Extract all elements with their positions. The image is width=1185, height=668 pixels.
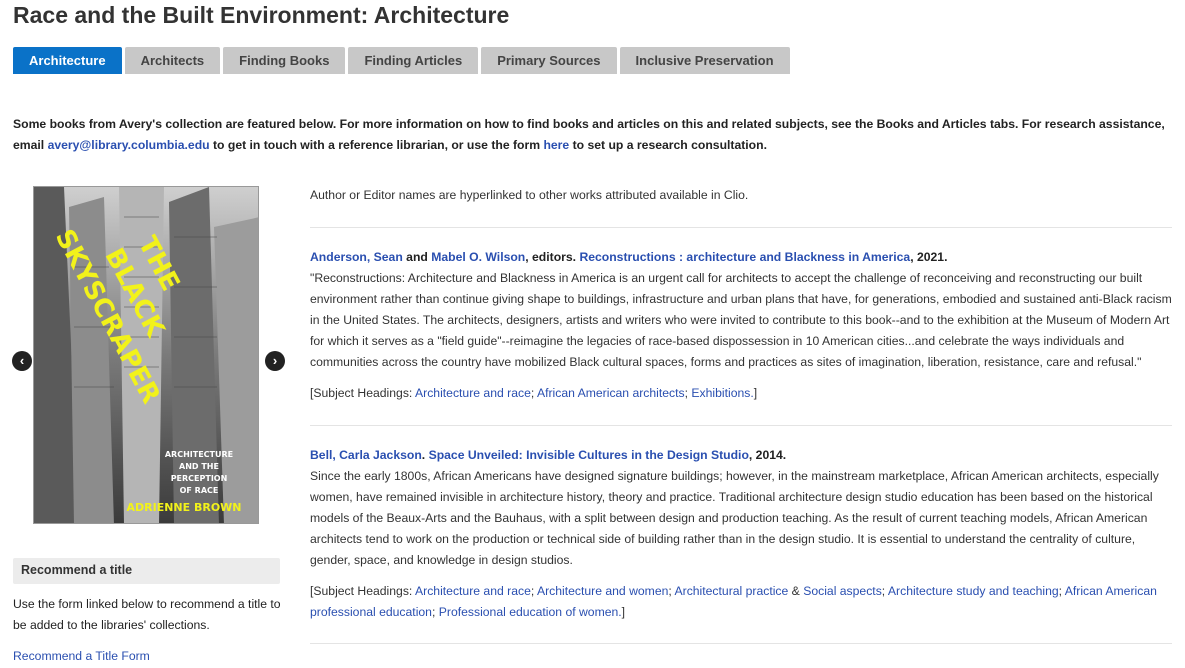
email-link[interactable]: avery@library.columbia.edu: [48, 138, 210, 152]
subject-link[interactable]: Social aspects: [803, 584, 882, 598]
divider: [310, 643, 1172, 644]
book-entry: Anderson, Sean and Mabel O. Wilson, edit…: [310, 247, 1172, 404]
subject-link[interactable]: Architecture and women: [537, 584, 668, 598]
page-title: Race and the Built Environment: Architec…: [13, 2, 510, 28]
chevron-left-icon: ‹: [19, 353, 25, 368]
subject-link[interactable]: Architecture and race: [415, 584, 531, 598]
subject-headings: [Subject Headings: Architecture and race…: [310, 386, 758, 400]
carousel-prev-button[interactable]: ‹: [12, 351, 32, 371]
author-link[interactable]: Mabel O. Wilson: [431, 250, 525, 264]
skyscraper-cover-art: THE BLACK SKYSCRAPER ARCHITECTURE AND TH…: [34, 187, 258, 523]
divider: [310, 425, 1172, 426]
cover-subtitle-line: PERCEPTION: [171, 474, 228, 483]
citation-text: .: [421, 448, 429, 462]
cover-author: ADRIENNE BROWN: [126, 501, 241, 514]
recommend-description: Use the form linked below to recommend a…: [13, 597, 281, 632]
subjects-suffix: ]: [621, 605, 626, 619]
tab-primary-sources[interactable]: Primary Sources: [481, 47, 617, 74]
tab-bar: Architecture Architects Finding Books Fi…: [13, 47, 790, 74]
recommend-title-box: Recommend a title: [13, 558, 280, 584]
tab-inclusive-preservation[interactable]: Inclusive Preservation: [619, 47, 790, 74]
recommend-title-form-link[interactable]: Recommend a Title Form: [13, 646, 150, 666]
subjects-suffix: ]: [753, 386, 758, 400]
book-entry: Bell, Carla Jackson. Space Unveiled: Inv…: [310, 445, 1172, 623]
subject-link[interactable]: Architectural practice: [675, 584, 789, 598]
tab-architects[interactable]: Architects: [124, 47, 221, 74]
clio-note: Author or Editor names are hyperlinked t…: [310, 188, 749, 202]
author-link[interactable]: Anderson, Sean: [310, 250, 403, 264]
citation-year: , 2014.: [748, 448, 787, 462]
subject-link[interactable]: Architecture study and teaching: [888, 584, 1059, 598]
book-title-link[interactable]: Reconstructions : architecture and Black…: [579, 250, 910, 264]
consultation-here-link[interactable]: here: [543, 138, 569, 152]
divider: [310, 227, 1172, 228]
citation-year: , 2021.: [910, 250, 948, 264]
book-carousel: ‹ THE BLACK SKYSCRAPER ARCHITECTURE AND …: [12, 186, 288, 526]
book-citation: Bell, Carla Jackson. Space Unveiled: Inv…: [310, 445, 1172, 466]
intro-text-part: to set up a research consultation.: [569, 138, 767, 152]
tab-finding-books[interactable]: Finding Books: [223, 47, 346, 74]
subject-amp: &: [788, 584, 804, 598]
intro-text: Some books from Avery's collection are f…: [13, 114, 1173, 156]
tab-architecture[interactable]: Architecture: [13, 47, 122, 74]
cover-subtitle-line: OF RACE: [180, 486, 219, 495]
subject-headings: [Subject Headings: Architecture and race…: [310, 584, 1157, 619]
book-cover-image[interactable]: THE BLACK SKYSCRAPER ARCHITECTURE AND TH…: [33, 186, 259, 524]
carousel-next-button[interactable]: ›: [265, 351, 285, 371]
subject-link[interactable]: Exhibitions.: [691, 386, 753, 400]
chevron-right-icon: ›: [272, 353, 278, 368]
subject-link[interactable]: African American architects: [537, 386, 685, 400]
intro-text-part: to get in touch with a reference librari…: [209, 138, 544, 152]
book-citation: Anderson, Sean and Mabel O. Wilson, edit…: [310, 247, 1172, 268]
subjects-prefix: [Subject Headings:: [310, 386, 416, 400]
cover-subtitle-line: AND THE: [179, 462, 219, 471]
subject-link[interactable]: Professional education of women.: [439, 605, 622, 619]
citation-text: and: [402, 250, 432, 264]
book-description: "Reconstructions: Architecture and Black…: [310, 271, 1172, 369]
subjects-prefix: [Subject Headings:: [310, 584, 416, 598]
cover-subtitle-line: ARCHITECTURE: [165, 450, 233, 459]
citation-text: , editors.: [525, 250, 580, 264]
author-link[interactable]: Bell, Carla Jackson: [310, 448, 422, 462]
book-title-link[interactable]: Space Unveiled: Invisible Cultures in th…: [429, 448, 749, 462]
subject-link[interactable]: Architecture and race: [415, 386, 531, 400]
book-list: Author or Editor names are hyperlinked t…: [310, 185, 1172, 644]
book-description: Since the early 1800s, African Americans…: [310, 469, 1159, 567]
tab-finding-articles[interactable]: Finding Articles: [348, 47, 479, 74]
recommend-title-heading: Recommend a title: [21, 563, 133, 577]
